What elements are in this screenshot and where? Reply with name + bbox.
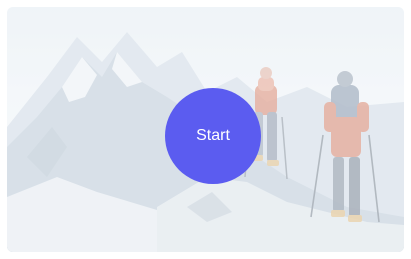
start-button[interactable]: Start (165, 88, 261, 184)
hero-image-frame: Start (7, 7, 404, 252)
